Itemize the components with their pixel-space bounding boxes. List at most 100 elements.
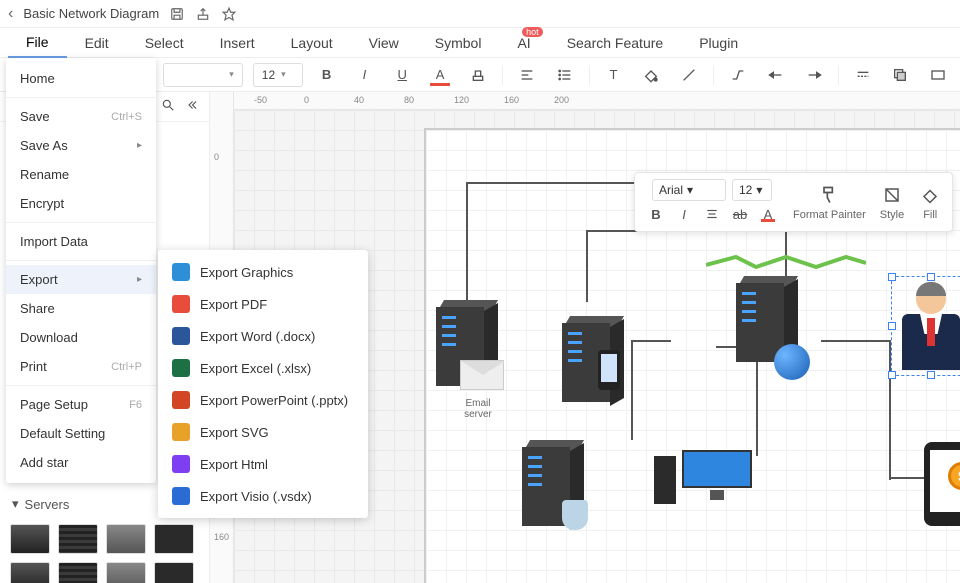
share-icon[interactable] (195, 6, 211, 22)
disk-icon[interactable] (562, 500, 588, 530)
chevron-down-icon: ▾ (281, 69, 286, 80)
menu-symbol[interactable]: Symbol (417, 29, 500, 57)
file-menu-home[interactable]: Home (6, 64, 156, 93)
wireless-link-icon[interactable] (706, 255, 866, 269)
list-button[interactable] (551, 61, 579, 89)
menu-file[interactable]: File (8, 28, 67, 58)
menu-insert[interactable]: Insert (202, 29, 273, 57)
fill-button[interactable] (637, 61, 665, 89)
connector-button[interactable] (724, 61, 752, 89)
highlight-button[interactable] (464, 61, 492, 89)
bold-button[interactable]: B (313, 61, 341, 89)
back-icon[interactable]: ‹ (8, 5, 13, 23)
collapse-panel-icon[interactable] (185, 98, 199, 115)
ctx-align-button[interactable] (701, 203, 723, 225)
separator (502, 65, 503, 85)
file-menu-dropdown[interactable]: Home SaveCtrl+S Save As▸ Rename Encrypt … (6, 58, 156, 483)
italic-button[interactable]: I (350, 61, 378, 89)
phone-icon[interactable] (598, 350, 620, 390)
shape-label: Email server (448, 398, 508, 420)
ctx-italic-button[interactable]: I (673, 203, 695, 225)
arrow-start-button[interactable] (762, 61, 790, 89)
text-button[interactable]: T (600, 61, 628, 89)
align-button[interactable] (513, 61, 541, 89)
file-menu-print[interactable]: PrintCtrl+P (6, 352, 156, 381)
file-menu-share2[interactable]: Share (6, 294, 156, 323)
connector[interactable] (466, 182, 468, 302)
star-icon[interactable] (221, 6, 237, 22)
context-format-toolbar[interactable]: Arial▾ 12▾ B I ab A Format Painter (634, 172, 953, 232)
file-menu-save[interactable]: SaveCtrl+S (6, 102, 156, 131)
ctx-font-color-button[interactable]: A (757, 203, 779, 225)
menu-ai[interactable]: AIhot (499, 29, 548, 57)
menu-select[interactable]: Select (127, 29, 202, 57)
monitor-icon[interactable] (682, 450, 752, 500)
file-menu-save-as[interactable]: Save As▸ (6, 131, 156, 160)
chevron-right-icon: ▸ (137, 274, 142, 285)
export-graphics[interactable]: Export Graphics (158, 256, 368, 288)
connector[interactable] (756, 346, 758, 456)
chevron-down-icon: ▾ (12, 496, 19, 512)
export-pdf[interactable]: Export PDF (158, 288, 368, 320)
export-excel[interactable]: Export Excel (.xlsx) (158, 352, 368, 384)
menu-edit[interactable]: Edit (67, 29, 127, 57)
ctx-style-label: Style (880, 209, 904, 221)
connector[interactable] (586, 230, 588, 302)
file-menu-encrypt[interactable]: Encrypt (6, 189, 156, 218)
export-submenu[interactable]: Export Graphics Export PDF Export Word (… (158, 250, 368, 518)
shape-thumb[interactable] (154, 524, 194, 554)
shape-thumb[interactable] (106, 524, 146, 554)
line-button[interactable] (675, 61, 703, 89)
font-size-dropdown[interactable]: 12▾ (253, 63, 303, 87)
font-family-dropdown[interactable]: ▾ (163, 63, 243, 87)
underline-button[interactable]: U (388, 61, 416, 89)
line-style-button[interactable] (849, 61, 877, 89)
export-svg[interactable]: Export SVG (158, 416, 368, 448)
file-menu-default-setting[interactable]: Default Setting (6, 419, 156, 448)
ctx-font-family-dropdown[interactable]: Arial▾ (652, 179, 726, 201)
shape-thumb[interactable] (154, 562, 194, 583)
chevron-right-icon: ▸ (137, 140, 142, 151)
menu-search-feature[interactable]: Search Feature (549, 29, 682, 57)
file-menu-page-setup[interactable]: Page SetupF6 (6, 390, 156, 419)
menu-plugin[interactable]: Plugin (681, 29, 756, 57)
search-icon[interactable] (161, 98, 175, 115)
shape-thumb[interactable] (58, 524, 98, 554)
shape-thumb[interactable] (106, 562, 146, 583)
file-menu-import-data[interactable]: Import Data (6, 227, 156, 256)
menu-layout[interactable]: Layout (273, 29, 351, 57)
export-visio[interactable]: Export Visio (.vsdx) (158, 480, 368, 512)
globe-icon[interactable] (774, 344, 810, 380)
layers-button[interactable] (924, 61, 952, 89)
format-painter-icon[interactable] (815, 183, 843, 207)
ctx-font-size-dropdown[interactable]: 12▾ (732, 179, 772, 201)
shadow-button[interactable] (886, 61, 914, 89)
powerpoint-file-icon (172, 391, 190, 409)
shape-thumb[interactable] (10, 562, 50, 583)
shape-thumb[interactable] (10, 524, 50, 554)
file-menu-export[interactable]: Export▸ (6, 265, 156, 294)
export-word[interactable]: Export Word (.docx) (158, 320, 368, 352)
export-html[interactable]: Export Html (158, 448, 368, 480)
font-color-button[interactable]: A (426, 61, 454, 89)
connector[interactable] (631, 340, 671, 342)
svg-file-icon (172, 423, 190, 441)
style-icon[interactable] (880, 183, 904, 207)
connector[interactable] (821, 340, 891, 342)
shape-thumb[interactable] (58, 562, 98, 583)
file-menu-rename[interactable]: Rename (6, 160, 156, 189)
ctx-strike-button[interactable]: ab (729, 203, 751, 225)
arrow-end-button[interactable] (800, 61, 828, 89)
envelope-icon[interactable] (460, 360, 504, 390)
save-icon[interactable] (169, 6, 185, 22)
export-powerpoint[interactable]: Export PowerPoint (.pptx) (158, 384, 368, 416)
menu-view[interactable]: View (351, 29, 417, 57)
fill-icon[interactable] (918, 183, 942, 207)
file-menu-add-star[interactable]: Add star (6, 448, 156, 477)
connector[interactable] (631, 340, 633, 440)
file-menu-download[interactable]: Download (6, 323, 156, 352)
ctx-bold-button[interactable]: B (645, 203, 667, 225)
ctx-format-painter-label: Format Painter (793, 209, 866, 221)
businessman-shape[interactable] (896, 280, 960, 370)
desktop-tower-icon[interactable] (654, 456, 676, 504)
